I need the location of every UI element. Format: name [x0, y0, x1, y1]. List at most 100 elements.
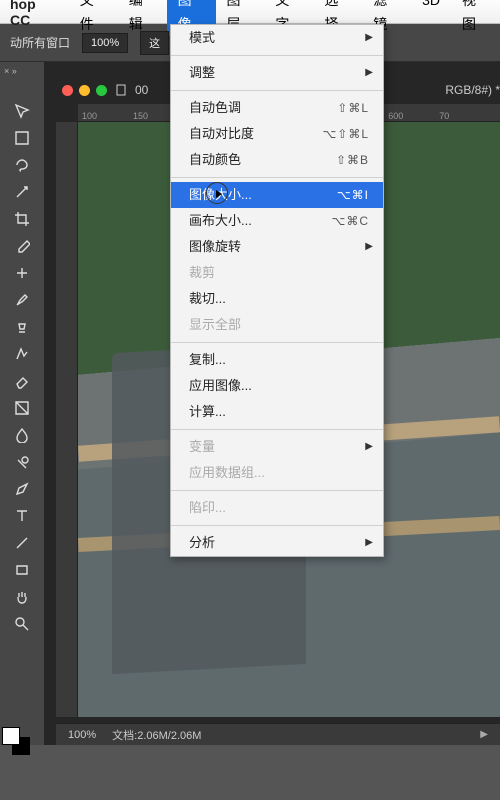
menu-shortcut: ⇧⌘B [336, 151, 369, 169]
tool-pen[interactable] [13, 480, 31, 498]
menu-item-陷印: 陷印... [171, 495, 383, 521]
status-docinfo: 文档:2.06M/2.06M [112, 727, 201, 743]
tool-stamp[interactable] [13, 318, 31, 336]
menu-item-画布大小[interactable]: 画布大小...⌥⌘C [171, 208, 383, 234]
file-icon [115, 84, 127, 96]
tool-path[interactable] [13, 534, 31, 552]
tool-heal[interactable] [13, 264, 31, 282]
menu-item-label: 应用数据组... [189, 464, 265, 482]
status-arrow-icon[interactable]: ▶ [480, 729, 488, 740]
menu-item-label: 图像旋转 [189, 238, 241, 256]
menu-item-图像旋转[interactable]: 图像旋转 ▶ [171, 234, 383, 260]
tool-eraser[interactable] [13, 372, 31, 390]
menu-item-应用数据组: 应用数据组... [171, 460, 383, 486]
menubar: hop CC 文件编辑图像图层文字选择滤镜3D视图 [0, 0, 500, 24]
menu-shortcut: ⌥⇧⌘L [322, 125, 369, 143]
menu-item-自动对比度[interactable]: 自动对比度 ⌥⇧⌘L [171, 121, 383, 147]
menu-item-分析[interactable]: 分析 ▶ [171, 530, 383, 556]
tool-hand[interactable] [13, 588, 31, 606]
menu-item-label: 图像大小... [189, 186, 252, 204]
minimize-icon[interactable] [79, 85, 90, 96]
submenu-arrow-icon: ▶ [365, 29, 373, 47]
menu-3D[interactable]: 3D [411, 0, 451, 36]
menu-item-label: 应用图像... [189, 377, 252, 395]
menu-item-label: 画布大小... [189, 212, 252, 230]
tool-wand[interactable] [13, 183, 31, 201]
opt-frag[interactable]: 这 [140, 31, 169, 55]
menu-item-label: 自动色调 [189, 99, 241, 117]
menu-item-裁剪: 裁剪 [171, 260, 383, 286]
ruler-mark: 600 [388, 111, 403, 121]
tool-lasso[interactable] [13, 156, 31, 174]
tool-crop[interactable] [13, 210, 31, 228]
menu-separator [171, 342, 383, 343]
menu-shortcut: ⇧⌘L [337, 99, 369, 117]
menu-item-label: 裁切... [189, 290, 226, 308]
menu-视图[interactable]: 视图 [451, 0, 500, 36]
menu-item-label: 自动对比度 [189, 125, 254, 143]
window-controls[interactable] [62, 85, 107, 96]
tools-sidebar: × » [0, 62, 44, 745]
menu-separator [171, 177, 383, 178]
menu-item-自动颜色[interactable]: 自动颜色 ⇧⌘B [171, 147, 383, 173]
tools-list [13, 102, 31, 633]
menu-item-label: 计算... [189, 403, 226, 421]
tab-title-suffix: RGB/8#) * [445, 83, 500, 97]
sidebar-collapse[interactable]: × » [4, 66, 17, 76]
tab-title-prefix: 00 [135, 83, 148, 97]
menu-item-label: 自动颜色 [189, 151, 241, 169]
tool-brush[interactable] [13, 291, 31, 309]
menu-separator [171, 55, 383, 56]
menu-item-label: 裁剪 [189, 264, 215, 282]
ruler-mark: 100 [82, 111, 97, 121]
submenu-arrow-icon: ▶ [365, 534, 373, 552]
tool-marquee[interactable] [13, 129, 31, 147]
tool-dodge[interactable] [13, 453, 31, 471]
tool-type[interactable] [13, 507, 31, 525]
menu-item-显示全部: 显示全部 [171, 312, 383, 338]
zoom-field[interactable]: 100% [82, 33, 128, 53]
menu-item-模式[interactable]: 模式 ▶ [171, 25, 383, 51]
tool-gradient[interactable] [13, 399, 31, 417]
tool-history[interactable] [13, 345, 31, 363]
menu-item-图像大小[interactable]: 图像大小... ⌥⌘I [171, 182, 383, 208]
menu-item-label: 陷印... [189, 499, 226, 517]
ruler-vertical [56, 122, 78, 717]
opt-label: 动所有窗口 [10, 34, 70, 51]
ruler-mark: 150 [133, 111, 148, 121]
app-name: hop CC [0, 0, 69, 28]
foreground-swatch[interactable] [2, 727, 20, 745]
submenu-arrow-icon: ▶ [365, 64, 373, 82]
menu-separator [171, 525, 383, 526]
menu-item-自动色调[interactable]: 自动色调 ⇧⌘L [171, 95, 383, 121]
menu-item-label: 分析 [189, 534, 215, 552]
menu-shortcut: ⌥⌘I [337, 186, 369, 204]
tool-eyedropper[interactable] [13, 237, 31, 255]
menu-item-裁切[interactable]: 裁切... [171, 286, 383, 312]
close-icon[interactable] [62, 85, 73, 96]
menu-文件[interactable]: 文件 [69, 0, 118, 36]
menu-item-label: 显示全部 [189, 316, 241, 334]
menu-item-label: 调整 [189, 64, 215, 82]
menu-item-label: 复制... [189, 351, 226, 369]
menu-item-调整[interactable]: 调整 ▶ [171, 60, 383, 86]
menu-item-label: 变量 [189, 438, 215, 456]
ruler-mark: 70 [439, 111, 449, 121]
status-bar: 100% 文档:2.06M/2.06M ▶ [56, 723, 500, 745]
image-menu-dropdown: 模式 ▶ 调整 ▶ 自动色调 ⇧⌘L 自动对比度 ⌥⇧⌘L 自动颜色 ⇧⌘B 图像大小... ⌥⌘I 画… [170, 24, 384, 557]
tool-rect[interactable] [13, 561, 31, 579]
status-zoom[interactable]: 100% [68, 729, 96, 741]
menu-separator [171, 90, 383, 91]
menu-separator [171, 490, 383, 491]
tool-blur[interactable] [13, 426, 31, 444]
submenu-arrow-icon: ▶ [365, 438, 373, 456]
menu-item-复制[interactable]: 复制... [171, 347, 383, 373]
maximize-icon[interactable] [96, 85, 107, 96]
menu-separator [171, 429, 383, 430]
menu-item-应用图像[interactable]: 应用图像... [171, 373, 383, 399]
tool-zoom[interactable] [13, 615, 31, 633]
tool-move[interactable] [13, 102, 31, 120]
menu-item-计算[interactable]: 计算... [171, 399, 383, 425]
submenu-arrow-icon: ▶ [365, 238, 373, 256]
menu-item-label: 模式 [189, 29, 215, 47]
